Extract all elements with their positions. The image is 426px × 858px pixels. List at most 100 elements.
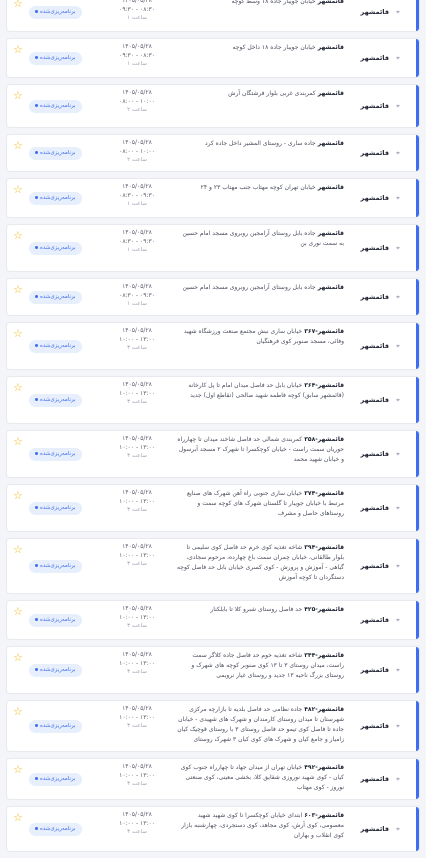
star-icon[interactable]: ☆ [13,544,23,555]
outage-card[interactable]: ☆ برنامه‌ریزی‌شده ۱۴۰۵/۰۵/۲۸ ۰۸:۳۰ - ۰۹:۳۰ ۱… [6,178,420,218]
schedule-duration: ۳ ساعت [127,345,147,351]
outage-card[interactable]: ☆ برنامه‌ریزی‌شده ۱۴۰۵/۰۵/۲۸ ۰۸:۳۰ - ۰۹:۳۰ ۱… [6,278,420,316]
schedule-time: ۰۹:۳۰ - ۰۸:۳۰ [119,51,155,59]
schedule-info: ۱۴۰۵/۰۵/۲۸ ۰۸:۳۰ - ۰۹:۳۰ ۱ ساعت [107,229,167,255]
star-icon[interactable]: ☆ [13,382,23,393]
schedule-date: ۱۴۰۵/۰۵/۲۸ [122,651,152,658]
outage-card[interactable]: ☆ برنامه‌ریزی‌شده ۱۴۰۵/۰۵/۲۸ ۱۰:۰۰ - ۱۳:۰۰ ۳… [6,646,420,694]
schedule-duration: ۱ ساعت [127,15,147,21]
outage-city-prefix: قائمشهر [315,284,344,291]
outage-description: قائمشهر خیابان جویبار جاده ۱۸ وسط کوچه [177,0,344,7]
status-dot-icon [35,668,38,671]
outage-card[interactable]: ☆ برنامه‌ریزی‌شده ۱۴۰۵/۰۵/۲۸ ۱۰:۰۰ - ۱۳:۰۰ ۳… [6,376,420,424]
outage-card[interactable]: ☆ برنامه‌ریزی‌شده ۱۴۰۵/۰۵/۲۸ ۱۰:۰۰ - ۱۳:۰۰ ۳… [6,538,420,594]
city-name: قائمشهر [360,194,389,202]
star-icon[interactable]: ☆ [13,812,23,823]
star-icon[interactable]: ☆ [13,490,23,501]
status-dot-icon [35,246,38,249]
status-label: برنامه‌ریزی‌شده [40,776,76,782]
outage-card[interactable]: ☆ برنامه‌ریزی‌شده ۱۴۰۵/۰۵/۲۸ ۱۰:۰۰ - ۱۳:۰۰ ۳… [6,758,420,800]
location-pin-icon: ⌖ [396,775,400,783]
outage-city-prefix: قائمشهر [315,90,344,97]
card-accent-stripe [416,39,419,77]
location-pin-icon: ⌖ [396,562,400,570]
schedule-date: ۱۴۰۵/۰۵/۲۸ [122,435,152,442]
status-label: برنامه‌ریزی‌شده [40,505,76,511]
outage-description: قائمشهر-۶۰۳ ابتدای خیابان کوچکسرا تا کوی… [177,811,344,841]
status-label: برنامه‌ریزی‌شده [40,195,76,201]
outage-card[interactable]: ☆ برنامه‌ریزی‌شده ۱۴۰۵/۰۵/۲۸ ۱۰:۰۰ - ۱۳:۰۰ ۳… [6,430,420,478]
location-pin-icon: ⌖ [396,149,400,157]
outage-city-prefix: قائمشهر-۳۶۷ [302,328,344,335]
outage-card[interactable]: ☆ برنامه‌ریزی‌شده ۱۴۰۵/۰۵/۲۸ ۱۰:۰۰ - ۱۳:۰۰ ۳… [6,806,420,852]
status-dot-icon [35,196,38,199]
card-accent-stripe [416,179,419,217]
schedule-duration: ۳ ساعت [127,829,147,835]
location-pin-icon: ⌖ [396,396,400,404]
star-icon[interactable]: ☆ [13,328,23,339]
outage-description: قائمشهر خیابان تهران کوچه مهتاب جنب مهتا… [177,183,344,193]
location-pin-icon: ⌖ [396,54,400,62]
outage-city-prefix: قائمشهر-۶۰۳ [302,812,344,819]
star-icon[interactable]: ☆ [13,284,23,295]
schedule-duration: ۱ ساعت [127,247,147,253]
city-name: قائمشهر [360,396,389,404]
status-badge: برنامه‌ریزی‌شده [29,502,82,515]
outage-card[interactable]: ☆ برنامه‌ریزی‌شده ۱۴۰۵/۰۵/۲۸ ۱۰:۰۰ - ۱۳:۰۰ ۳… [6,484,420,532]
star-icon[interactable]: ☆ [13,606,23,617]
outage-address: خیابان تهران کوچه مهتاب جنب مهتاب ۲۳ و ۲… [200,184,316,191]
outage-description: قائمشهر-۳۷۴ خیابان ساری جنوبی راه آهن شه… [177,489,344,519]
star-icon[interactable]: ☆ [13,44,23,55]
outage-description: قائمشهر جاده بابل روستای آرامجین روبروی … [177,283,344,293]
outage-city-prefix: قائمشهر-۳۷۴ [302,490,344,497]
outage-card[interactable]: ☆ برنامه‌ریزی‌شده ۱۴۰۵/۰۵/۲۸ ۰۹:۳۰ - ۰۸:۳۰ ۱… [6,0,420,32]
star-icon[interactable]: ☆ [13,140,23,151]
schedule-date: ۱۴۰۵/۰۵/۲۸ [122,381,152,388]
outage-card[interactable]: ☆ برنامه‌ریزی‌شده ۱۴۰۵/۰۵/۲۸ ۱۰:۰۰ - ۱۳:۰۰ ۳… [6,600,420,640]
star-icon[interactable]: ☆ [13,90,23,101]
status-label: برنامه‌ریزی‌شده [40,103,76,109]
card-accent-stripe [416,225,419,271]
status-badge: برنامه‌ریزی‌شده [29,291,82,304]
schedule-date: ۱۴۰۵/۰۵/۲۸ [122,705,152,712]
outage-city-prefix: قائمشهر-۳۶۴ [302,382,344,389]
status-dot-icon [35,295,38,298]
card-accent-stripe [416,485,419,531]
outage-card[interactable]: ☆ برنامه‌ریزی‌شده ۱۴۰۵/۰۵/۲۸ ۱۰:۰۰ - ۱۳:۰۰ ۳… [6,322,420,370]
outage-description: قائمشهر-۳۹۴ شاخه تغذیه کوی خرم حد فاصل ک… [177,543,344,583]
city-name: قائمشهر [360,722,389,730]
star-icon[interactable]: ☆ [13,652,23,663]
schedule-time: ۱۰:۰۰ - ۱۳:۰۰ [119,713,155,721]
outage-description: قائمشهر-۳۶۴ خیابان بابل حد فاصل میدان ام… [177,381,344,401]
outage-city-prefix: قائمشهر-۳۵۸ [302,436,344,443]
schedule-time: ۱۰:۰۰ - ۱۳:۰۰ [119,659,155,667]
star-icon[interactable]: ☆ [13,436,23,447]
schedule-duration: ۳ ساعت [127,453,147,459]
schedule-info: ۱۴۰۵/۰۵/۲۸ ۱۰:۰۰ - ۱۳:۰۰ ۳ ساعت [107,651,167,677]
status-dot-icon [35,151,38,154]
status-label: برنامه‌ریزی‌شده [40,826,76,832]
star-icon[interactable]: ☆ [13,184,23,195]
status-dot-icon [35,506,38,509]
outage-address: خیابان جویبار جاده ۱۸ داخل کوچه [232,44,316,51]
outage-card[interactable]: ☆ برنامه‌ریزی‌شده ۱۴۰۵/۰۵/۲۸ ۰۹:۳۰ - ۰۸:۳۰ ۱… [6,38,420,78]
outage-card[interactable]: ☆ برنامه‌ریزی‌شده ۱۴۰۵/۰۵/۲۸ ۰۸:۳۰ - ۰۹:۳۰ ۱… [6,224,420,272]
outage-card[interactable]: ☆ برنامه‌ریزی‌شده ۱۴۰۵/۰۵/۲۸ ۱۰:۰۰ - ۱۳:۰۰ ۳… [6,700,420,752]
star-icon[interactable]: ☆ [13,706,23,717]
status-dot-icon [35,10,38,13]
location-pin-icon: ⌖ [396,666,400,674]
status-badge: برنامه‌ریزی‌شده [29,773,82,786]
schedule-info: ۱۴۰۵/۰۵/۲۸ ۱۰:۰۰ - ۱۳:۰۰ ۳ ساعت [107,489,167,515]
outage-description: قائمشهر خیابان جویبار جاده ۱۸ داخل کوچه [177,43,344,53]
card-accent-stripe [416,601,419,639]
star-icon[interactable]: ☆ [13,764,23,775]
outage-card[interactable]: ☆ برنامه‌ریزی‌شده ۱۴۰۵/۰۵/۲۸ ۰۸:۰۰ - ۱۰:۰۰ ۲… [6,134,420,172]
star-icon[interactable]: ☆ [13,0,23,9]
star-icon[interactable]: ☆ [13,230,23,241]
city-name: قائمشهر [360,342,389,350]
outage-city-prefix: قائمشهر-۴۹۲ [302,764,344,771]
schedule-duration: ۳ ساعت [127,507,147,513]
card-accent-stripe [416,701,419,751]
outage-card[interactable]: ☆ برنامه‌ریزی‌شده ۱۴۰۵/۰۵/۲۸ ۰۸:۰۰ - ۱۰:۰۰ ۲… [6,84,420,128]
city-name: قائمشهر [360,54,389,62]
